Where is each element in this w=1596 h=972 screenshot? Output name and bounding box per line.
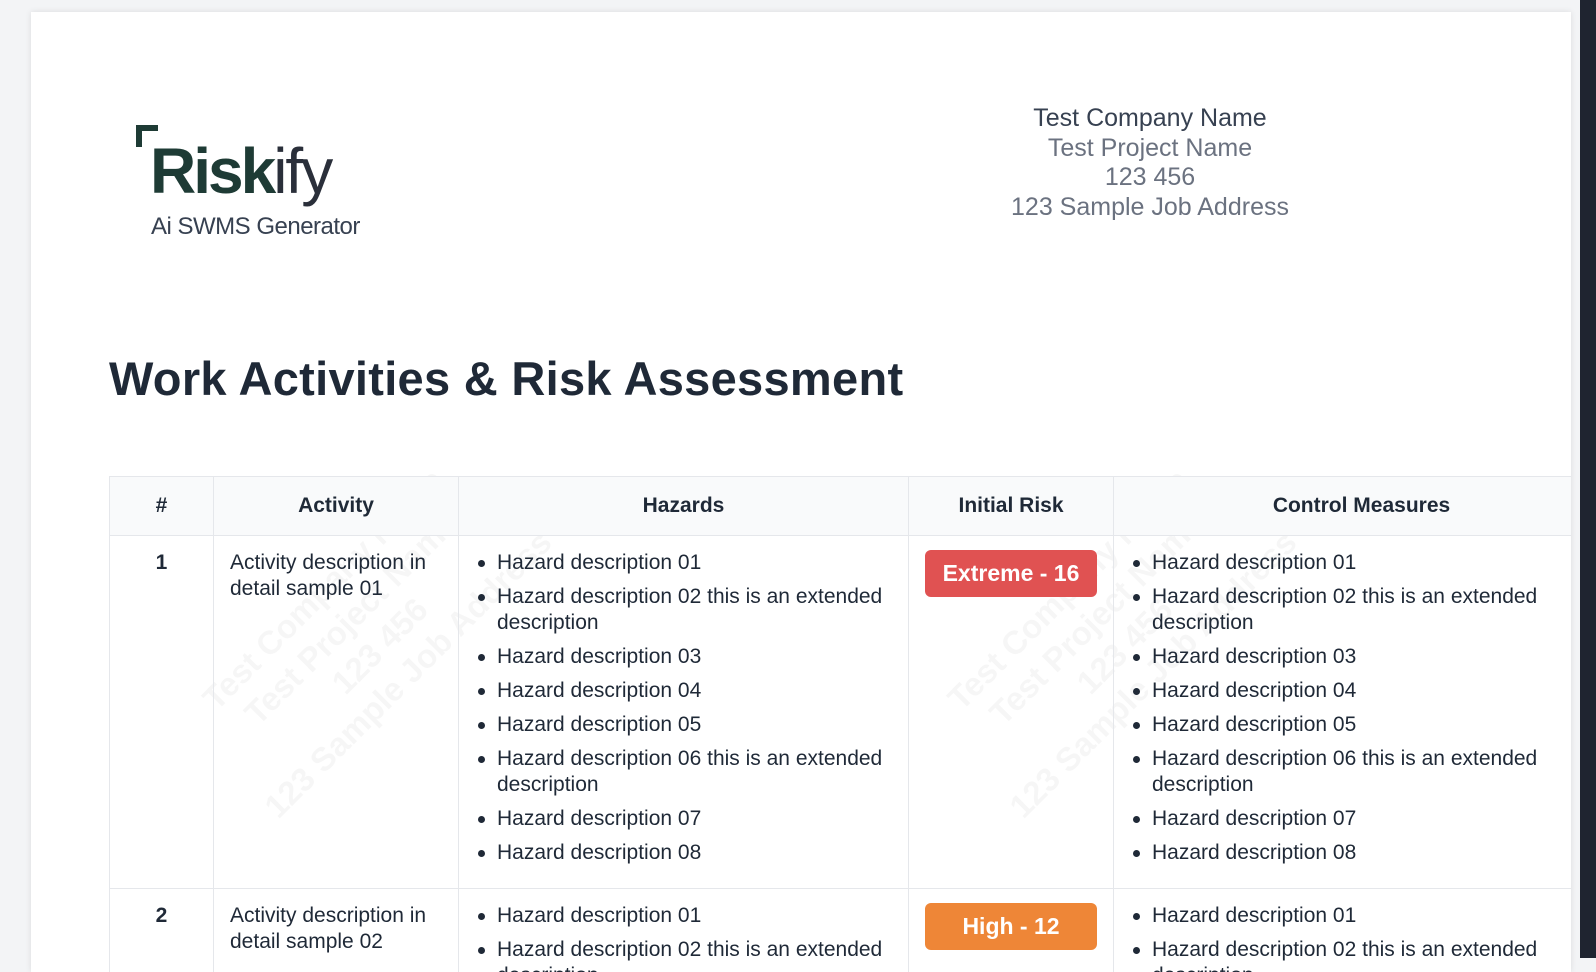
control-item: Hazard description 02 this is an extende…: [1130, 584, 1571, 636]
logo-word-light: ify: [273, 135, 331, 207]
row-number: 2: [110, 889, 214, 972]
company-block: Test Company Name Test Project Name 123 …: [931, 104, 1369, 222]
col-header-number: #: [110, 477, 214, 536]
hazard-item: Hazard description 01: [475, 903, 892, 929]
hazard-item: Hazard description 05: [475, 712, 892, 738]
control-item: Hazard description 07: [1130, 806, 1571, 832]
col-header-activity: Activity: [214, 477, 459, 536]
table-row: 2 Activity description in detail sample …: [110, 889, 1572, 972]
initial-risk-cell: Extreme - 16: [909, 536, 1114, 889]
riskify-logo: Riskify Ai SWMS Generator: [136, 125, 386, 245]
page-title: Work Activities & Risk Assessment: [109, 351, 903, 406]
hazards-cell: Hazard description 01 Hazard description…: [459, 536, 909, 889]
control-item: Hazard description 01: [1130, 903, 1571, 929]
logo-tagline: Ai SWMS Generator: [151, 213, 360, 241]
hazard-item: Hazard description 02 this is an extende…: [475, 937, 892, 972]
company-name: Test Company Name: [931, 104, 1369, 134]
col-header-initial-risk: Initial Risk: [909, 477, 1114, 536]
hazards-cell: Hazard description 01 Hazard description…: [459, 889, 909, 972]
hazard-item: Hazard description 08: [475, 840, 892, 866]
hazard-item: Hazard description 03: [475, 644, 892, 670]
logo-word-bold: Risk: [150, 135, 273, 207]
table-row: 1 Activity description in detail sample …: [110, 536, 1572, 889]
risk-badge-high: High - 12: [925, 903, 1097, 950]
project-name: Test Project Name: [931, 134, 1369, 164]
control-item: Hazard description 06 this is an extende…: [1130, 746, 1571, 798]
col-header-control-measures: Control Measures: [1114, 477, 1572, 536]
control-item: Hazard description 04: [1130, 678, 1571, 704]
control-measures-cell: Hazard description 01 Hazard description…: [1114, 536, 1572, 889]
window-edge: [1580, 0, 1596, 958]
activity-cell: Activity description in detail sample 02: [214, 889, 459, 972]
risk-badge-extreme: Extreme - 16: [925, 550, 1097, 597]
row-number: 1: [110, 536, 214, 889]
control-item: Hazard description 05: [1130, 712, 1571, 738]
hazards-list: Hazard description 01 Hazard description…: [475, 550, 892, 866]
document-page: Riskify Ai SWMS Generator Test Company N…: [31, 12, 1571, 972]
table-header-row: # Activity Hazards Initial Risk Control …: [110, 477, 1572, 536]
hazard-item: Hazard description 07: [475, 806, 892, 832]
initial-risk-cell: High - 12: [909, 889, 1114, 972]
risk-assessment-table: # Activity Hazards Initial Risk Control …: [109, 476, 1571, 972]
control-item: Hazard description 08: [1130, 840, 1571, 866]
control-item: Hazard description 01: [1130, 550, 1571, 576]
hazard-item: Hazard description 04: [475, 678, 892, 704]
activity-cell: Activity description in detail sample 01: [214, 536, 459, 889]
control-item: Hazard description 03: [1130, 644, 1571, 670]
col-header-hazards: Hazards: [459, 477, 909, 536]
project-number: 123 456: [931, 163, 1369, 193]
logo-wordmark: Riskify: [150, 133, 331, 209]
job-address: 123 Sample Job Address: [931, 193, 1369, 223]
hazards-list: Hazard description 01 Hazard description…: [475, 903, 892, 972]
hazard-item: Hazard description 01: [475, 550, 892, 576]
hazard-item: Hazard description 02 this is an extende…: [475, 584, 892, 636]
control-item: Hazard description 02 this is an extende…: [1130, 937, 1571, 972]
control-measures-list: Hazard description 01 Hazard description…: [1130, 903, 1571, 972]
hazard-item: Hazard description 06 this is an extende…: [475, 746, 892, 798]
control-measures-cell: Hazard description 01 Hazard description…: [1114, 889, 1572, 972]
control-measures-list: Hazard description 01 Hazard description…: [1130, 550, 1571, 866]
